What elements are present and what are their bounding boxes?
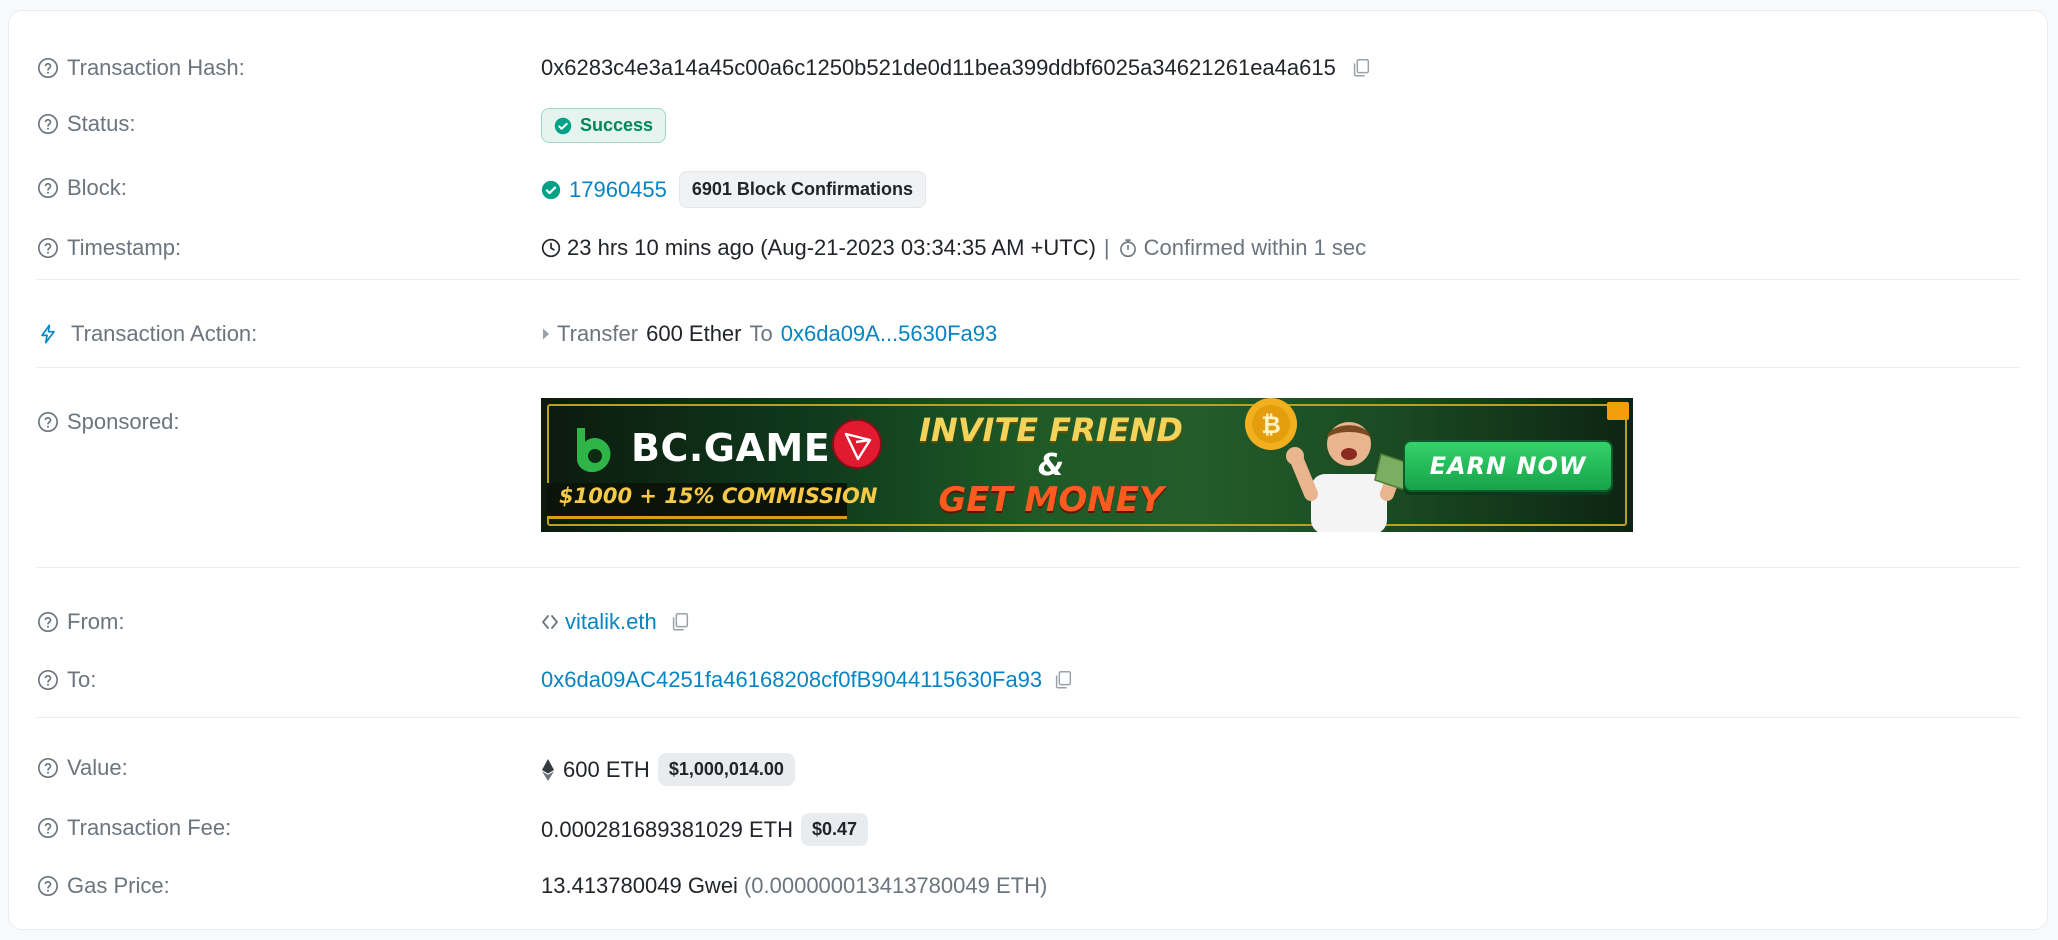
to-address-link[interactable]: 0x6da09AC4251fa46168208cf0fB9044115630Fa… <box>541 667 1042 693</box>
label-value: Value: <box>37 755 128 781</box>
fee-usd-badge: $0.47 <box>801 813 869 846</box>
label-text: Sponsored: <box>67 409 180 434</box>
action-verb: Transfer <box>557 321 639 346</box>
section-divider <box>37 367 2019 368</box>
copy-icon[interactable] <box>1350 57 1372 79</box>
copy-icon[interactable] <box>1052 669 1074 691</box>
action-amount: 600 Ether <box>646 321 742 346</box>
banner-line1: INVITE FRIEND <box>919 411 1183 449</box>
transaction-details-card: Transaction Hash: 0x6283c4e3a14a45c00a6c… <box>8 10 2048 930</box>
banner-commission: $1000 + 15% COMMISSION <box>559 484 878 508</box>
gas-gwei: 13.413780049 Gwei <box>541 873 738 898</box>
label-text: Gas Price: <box>67 873 170 898</box>
earn-now-button[interactable]: EARN NOW <box>1403 440 1613 492</box>
label-status: Status: <box>37 111 135 137</box>
label-transaction-fee: Transaction Fee: <box>37 815 231 841</box>
tron-logo-icon <box>832 419 882 469</box>
question-circle-icon[interactable] <box>37 237 59 259</box>
confirmed-within-text: Confirmed within 1 sec <box>1143 235 1367 260</box>
question-circle-icon[interactable] <box>37 875 59 897</box>
label-text: Timestamp: <box>67 235 182 260</box>
timestamp-separator: | <box>1103 235 1110 260</box>
svg-text:₿: ₿ <box>1261 411 1281 439</box>
copy-icon[interactable] <box>669 611 691 633</box>
label-text: To: <box>67 667 97 692</box>
banner-line3: GET MONEY <box>938 480 1164 520</box>
label-block: Block: <box>37 175 127 201</box>
label-to: To: <box>37 667 96 693</box>
banner-brand: BC.GAME <box>631 426 831 470</box>
check-circle-icon <box>541 180 561 199</box>
label-sponsored: Sponsored: <box>37 409 180 435</box>
label-transaction-action: Transaction Action: <box>37 321 257 347</box>
sponsored-banner[interactable]: BC.GAME $1000 + 15% COMMISSION INVITE FR… <box>541 398 1633 532</box>
label-transaction-hash: Transaction Hash: <box>37 55 245 81</box>
status-badge: Success <box>541 108 667 143</box>
caret-right-icon[interactable] <box>541 327 551 341</box>
question-circle-icon[interactable] <box>37 611 59 633</box>
transaction-hash-value: 0x6283c4e3a14a45c00a6c1250b521de0d11bea3… <box>541 55 1336 80</box>
question-circle-icon[interactable] <box>37 57 59 79</box>
question-circle-icon[interactable] <box>37 177 59 199</box>
label-text: Block: <box>67 175 127 200</box>
value-usd-badge: $1,000,014.00 <box>657 753 795 786</box>
block-number-link[interactable]: 17960455 <box>569 177 667 203</box>
label-text: Transaction Hash: <box>67 55 245 80</box>
section-divider <box>37 717 2019 718</box>
section-divider <box>37 567 2019 568</box>
status-text: Success <box>580 115 654 135</box>
person-with-money-icon: ₿ <box>1245 398 1411 532</box>
action-to-address-link[interactable]: 0x6da09A...5630Fa93 <box>781 321 998 347</box>
banner-line2: & <box>1037 448 1065 483</box>
timestamp-value: 23 hrs 10 mins ago (Aug-21-2023 03:34:35… <box>567 235 1096 260</box>
label-text: From: <box>67 609 125 634</box>
question-circle-icon[interactable] <box>37 817 59 839</box>
clock-icon <box>541 238 561 258</box>
check-circle-icon <box>554 117 572 134</box>
from-address-link[interactable]: vitalik.eth <box>565 609 657 635</box>
bc-game-logo-icon <box>577 428 611 473</box>
ethereum-icon <box>542 758 554 781</box>
question-circle-icon[interactable] <box>37 669 59 691</box>
label-text: Value: <box>67 755 128 780</box>
action-to-word: To <box>749 321 773 346</box>
question-circle-icon[interactable] <box>37 411 59 433</box>
gas-eth: (0.000000013413780049 ETH) <box>743 873 1048 898</box>
section-divider <box>37 279 2019 280</box>
label-text: Transaction Action: <box>71 321 258 346</box>
label-gas-price: Gas Price: <box>37 873 170 899</box>
label-text: Transaction Fee: <box>67 815 232 840</box>
block-confirmations-badge: 6901 Block Confirmations <box>678 171 926 208</box>
ad-choices-icon[interactable] <box>1607 402 1629 420</box>
lightning-icon <box>41 324 55 344</box>
label-from: From: <box>37 609 124 635</box>
banner-underline <box>547 516 847 519</box>
code-icon <box>542 615 558 629</box>
question-circle-icon[interactable] <box>37 113 59 135</box>
value-amount: 600 ETH <box>563 756 650 782</box>
label-text: Status: <box>67 111 136 136</box>
stopwatch-icon <box>1119 239 1136 258</box>
question-circle-icon[interactable] <box>37 757 59 779</box>
label-timestamp: Timestamp: <box>37 235 181 261</box>
fee-amount: 0.000281689381029 ETH <box>541 816 793 842</box>
